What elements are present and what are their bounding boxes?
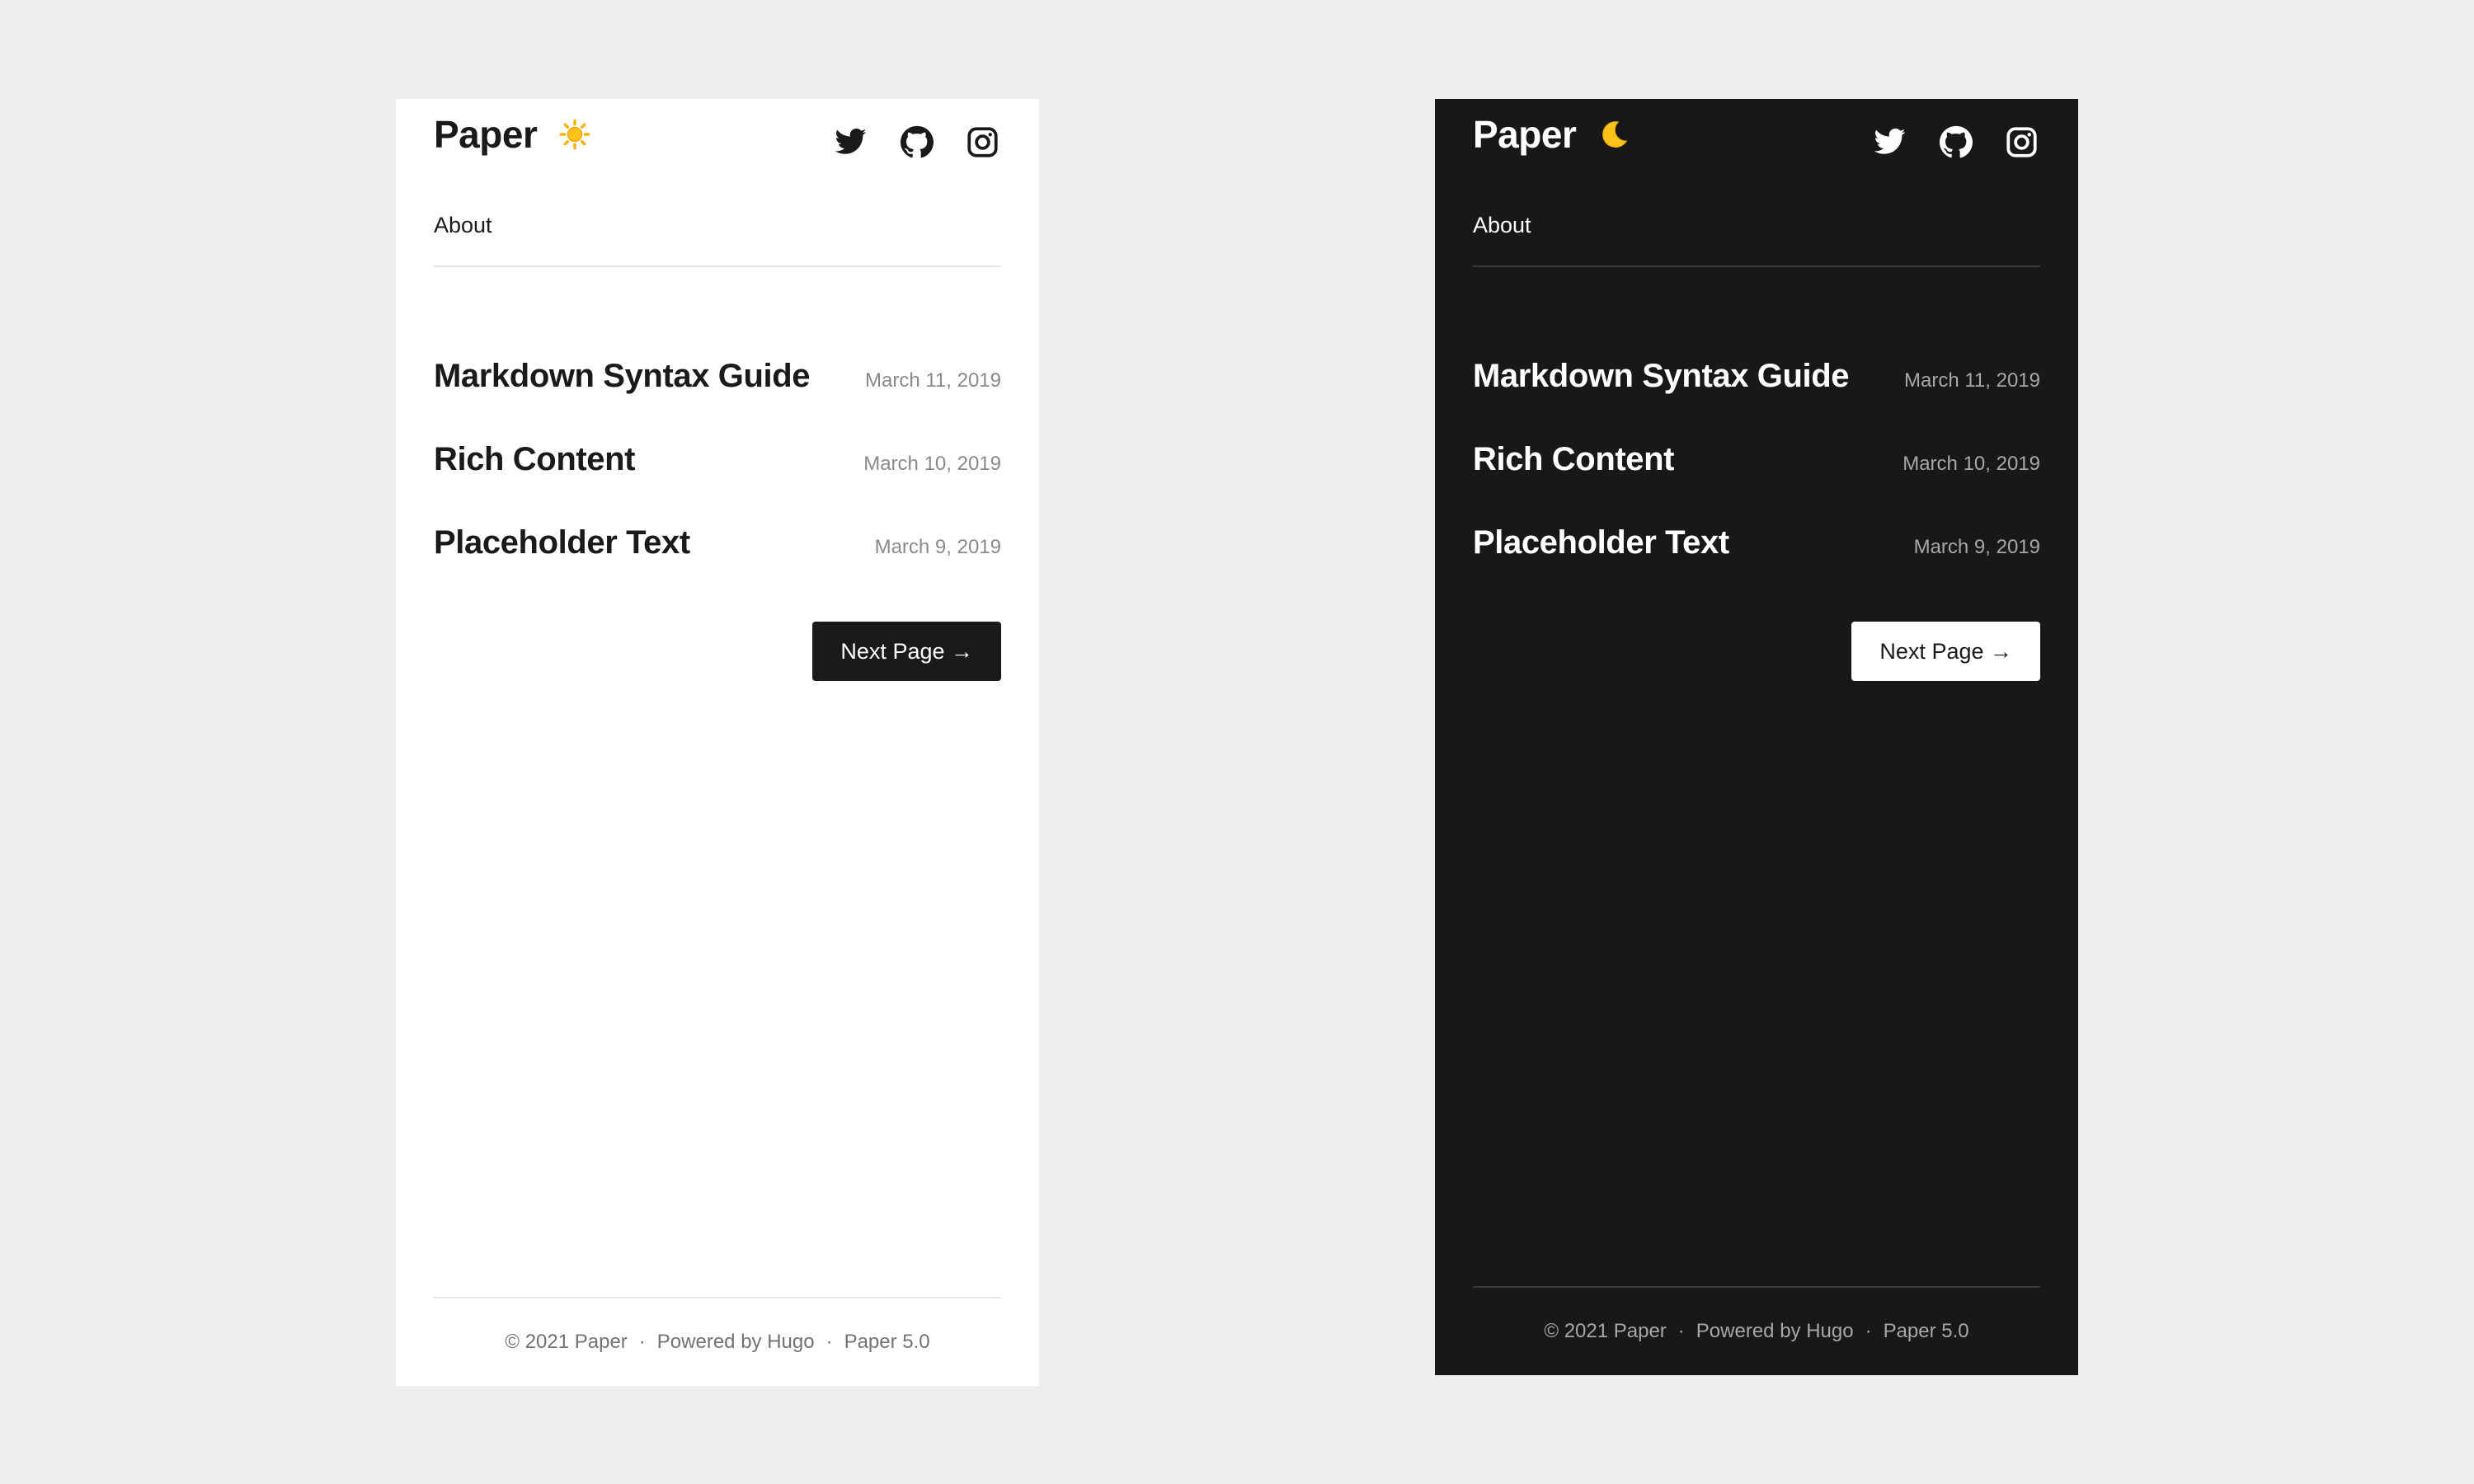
brand: Paper — [1473, 112, 1630, 157]
post-item: Rich Content March 10, 2019 — [434, 441, 1001, 524]
social-links — [1873, 125, 2039, 159]
moon-icon[interactable] — [1597, 118, 1630, 151]
instagram-icon[interactable] — [2005, 125, 2039, 159]
post-date: March 11, 2019 — [865, 369, 1001, 392]
post-date: March 11, 2019 — [1904, 369, 2040, 392]
social-links — [834, 125, 999, 159]
footer-copyright: © 2021 Paper — [505, 1331, 628, 1353]
post-title[interactable]: Placeholder Text — [434, 524, 690, 561]
footer-powered-by[interactable]: Powered by Hugo — [657, 1331, 815, 1354]
twitter-icon[interactable] — [1873, 125, 1907, 159]
main-nav: About — [1473, 185, 2040, 267]
post-title[interactable]: Rich Content — [1473, 441, 1674, 478]
footer-version[interactable]: Paper 5.0 — [1884, 1320, 1969, 1343]
main-nav: About — [434, 185, 1001, 267]
post-list: Markdown Syntax Guide March 11, 2019 Ric… — [1473, 267, 2040, 608]
brand: Paper — [434, 112, 591, 157]
dark-theme-preview: Paper About Markdown Syntax Guide March … — [1435, 99, 2078, 1375]
twitter-icon[interactable] — [834, 125, 868, 159]
post-date: March 10, 2019 — [1903, 453, 2040, 475]
nav-link-about[interactable]: About — [434, 213, 492, 238]
instagram-icon[interactable] — [966, 125, 999, 159]
light-theme-preview: Paper About Markdown Syntax Guide March … — [396, 99, 1039, 1386]
footer-version[interactable]: Paper 5.0 — [844, 1331, 930, 1354]
site-logo[interactable]: Paper — [434, 112, 538, 157]
next-page-button[interactable]: Next Page → — [812, 622, 1001, 681]
footer-separator: · — [1677, 1320, 1685, 1342]
github-icon[interactable] — [1939, 125, 1973, 159]
sun-icon[interactable] — [558, 118, 591, 151]
post-item: Markdown Syntax Guide March 11, 2019 — [434, 358, 1001, 441]
post-title[interactable]: Markdown Syntax Guide — [434, 358, 811, 395]
post-item: Rich Content March 10, 2019 — [1473, 441, 2040, 524]
post-title[interactable]: Rich Content — [434, 441, 635, 478]
site-header: Paper — [434, 99, 1001, 185]
post-title[interactable]: Placeholder Text — [1473, 524, 1729, 561]
next-page-button[interactable]: Next Page → — [1851, 622, 2040, 681]
post-date: March 9, 2019 — [1913, 536, 2040, 558]
footer-copyright: © 2021 Paper — [1544, 1320, 1667, 1342]
post-item: Placeholder Text March 9, 2019 — [1473, 524, 2040, 608]
nav-link-about[interactable]: About — [1473, 213, 1531, 238]
post-date: March 9, 2019 — [874, 536, 1001, 558]
footer-separator: · — [825, 1331, 833, 1353]
post-title[interactable]: Markdown Syntax Guide — [1473, 358, 1850, 395]
site-header: Paper — [1473, 99, 2040, 185]
site-logo[interactable]: Paper — [1473, 112, 1577, 157]
site-footer: © 2021 Paper · Powered by Hugo · Paper 5… — [1473, 1286, 2040, 1375]
pagination: Next Page → — [434, 622, 1001, 681]
footer-separator: · — [638, 1331, 646, 1353]
post-item: Markdown Syntax Guide March 11, 2019 — [1473, 358, 2040, 441]
post-date: March 10, 2019 — [863, 453, 1001, 475]
footer-powered-by[interactable]: Powered by Hugo — [1696, 1320, 1854, 1343]
post-list: Markdown Syntax Guide March 11, 2019 Ric… — [434, 267, 1001, 608]
github-icon[interactable] — [900, 125, 934, 159]
pagination: Next Page → — [1473, 622, 2040, 681]
post-item: Placeholder Text March 9, 2019 — [434, 524, 1001, 608]
site-footer: © 2021 Paper · Powered by Hugo · Paper 5… — [434, 1297, 1001, 1386]
footer-separator: · — [1865, 1320, 1872, 1342]
